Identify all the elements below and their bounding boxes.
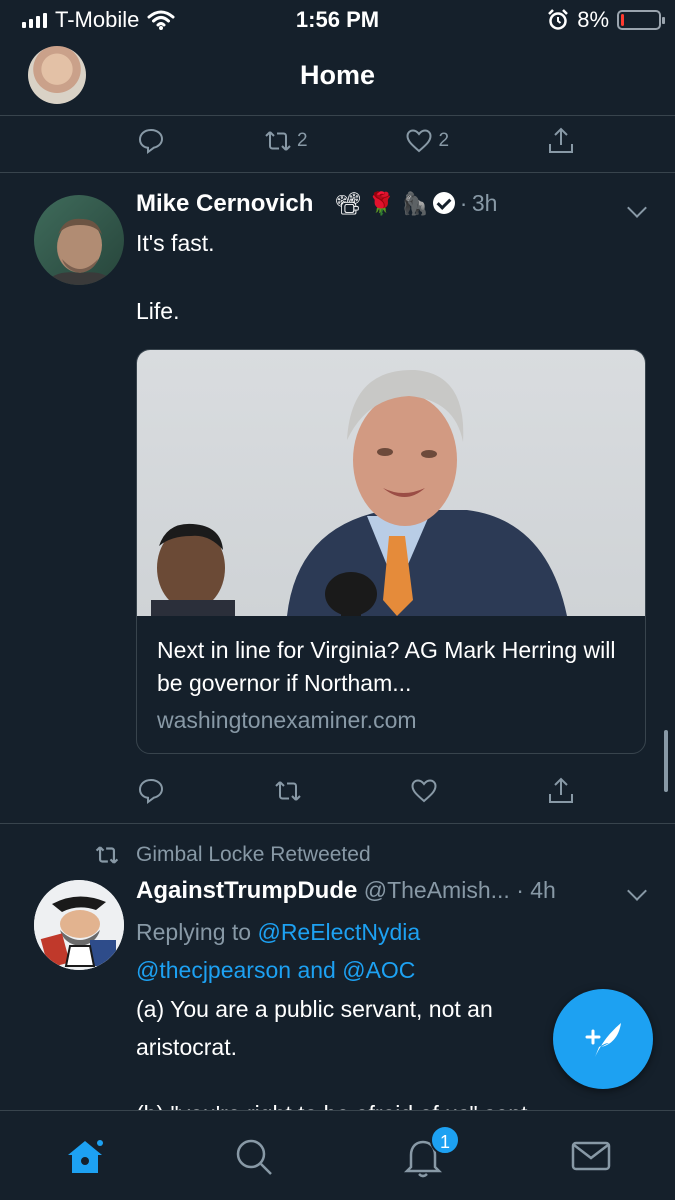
retweet-context: Gimbal Locke Retweeted <box>92 842 371 868</box>
timestamp-separator: · <box>459 190 468 216</box>
retweet-icon <box>95 846 119 864</box>
chevron-down-icon[interactable] <box>627 881 647 901</box>
divider <box>0 172 675 173</box>
share-icon <box>548 777 573 803</box>
card-text: Next in line for Virginia? AG Mark Herri… <box>157 634 627 737</box>
tab-search[interactable] <box>230 1133 276 1179</box>
tab-home[interactable] <box>62 1133 108 1179</box>
page-title: Home <box>299 60 375 90</box>
compose-tweet-button[interactable] <box>553 989 653 1089</box>
author-emojis: 📽 🌹 🦍 <box>333 191 429 216</box>
like-count: 2 <box>438 130 450 151</box>
reply-icon <box>138 128 164 154</box>
prev-tweet-actions: 2 2 <box>136 121 576 161</box>
retweet-icon <box>265 131 291 151</box>
mention-link[interactable]: @AOC <box>342 957 415 983</box>
tab-messages[interactable] <box>568 1133 614 1179</box>
heart-icon <box>411 779 437 803</box>
like-button[interactable] <box>409 776 439 806</box>
reply-button[interactable] <box>136 126 166 156</box>
card-photo <box>151 369 567 616</box>
tweet-time: 4h <box>530 877 556 903</box>
battery-icon <box>617 10 665 30</box>
mention-link[interactable]: @thecjpearson <box>136 957 291 983</box>
search-icon <box>236 1139 272 1175</box>
heart-icon <box>406 129 432 153</box>
avatar-portrait <box>44 218 116 285</box>
divider <box>0 823 675 824</box>
battery-level <box>621 14 624 26</box>
home-icon <box>68 1140 103 1173</box>
retweet-icon <box>274 781 301 801</box>
retweet-button[interactable] <box>273 776 303 806</box>
avatar[interactable] <box>34 195 124 285</box>
link-card[interactable]: Next in line for Virginia? AG Mark Herri… <box>136 349 646 754</box>
retweet-count: 2 <box>296 130 308 151</box>
alarm-icon <box>548 9 569 30</box>
scrollbar[interactable] <box>664 730 668 792</box>
replying-to: Replying to @ReElectNydia @thecjpearson … <box>136 913 420 989</box>
battery-percent: 8% <box>577 7 609 32</box>
messages-icon <box>571 1141 611 1171</box>
mention-link[interactable]: @ReElectNydia <box>257 919 420 945</box>
retweet-button[interactable]: 2 <box>263 126 308 156</box>
verified-icon <box>433 192 456 214</box>
tab-bar <box>0 1110 675 1200</box>
share-icon <box>548 127 573 153</box>
avatar[interactable] <box>34 880 124 970</box>
card-domain: washingtonexaminer.com <box>157 707 417 733</box>
card-title: Next in line for Virginia? AG Mark Herri… <box>157 637 616 696</box>
author-name[interactable]: AgainstTrumpDude <box>136 877 357 904</box>
reply-button[interactable] <box>136 776 166 806</box>
tweet-text-line: Life. <box>136 298 180 324</box>
status-bar: T-Mobile 1:56 PM 8% <box>0 0 675 40</box>
replying-label: Replying to <box>136 919 252 945</box>
tweet-text-line: (a) You are a public servant, not an <box>136 996 493 1022</box>
reply-icon <box>138 778 164 804</box>
timestamp-separator: · <box>516 877 524 903</box>
notification-badge: 1 <box>430 1125 460 1155</box>
status-right: 8% <box>547 7 665 33</box>
tweet-text-line: It's fast. <box>136 230 215 256</box>
author-handle[interactable]: @TheAmish... <box>364 877 510 903</box>
share-button[interactable] <box>546 776 576 806</box>
author-name[interactable]: Mike Cernovich <box>136 190 313 217</box>
tweet-time: 3h <box>471 190 498 216</box>
chevron-down-icon[interactable] <box>627 198 647 218</box>
tweet-actions <box>136 771 576 811</box>
tweet-header: AgainstTrumpDude @TheAmish... · 4h <box>136 877 556 905</box>
tweet-text-line: aristocrat. <box>136 1034 237 1060</box>
and-label: and <box>297 957 336 983</box>
tweet-header: Mike Cernovich 📽 🌹 🦍 · 3h <box>136 190 497 218</box>
card-image <box>137 350 645 616</box>
share-button[interactable] <box>546 126 576 156</box>
compose-icon <box>585 1023 621 1057</box>
avatar-cartoon <box>34 880 124 970</box>
header: Home <box>0 40 675 116</box>
retweeted-by[interactable]: Gimbal Locke Retweeted <box>136 843 371 867</box>
like-button[interactable]: 2 <box>404 126 449 156</box>
